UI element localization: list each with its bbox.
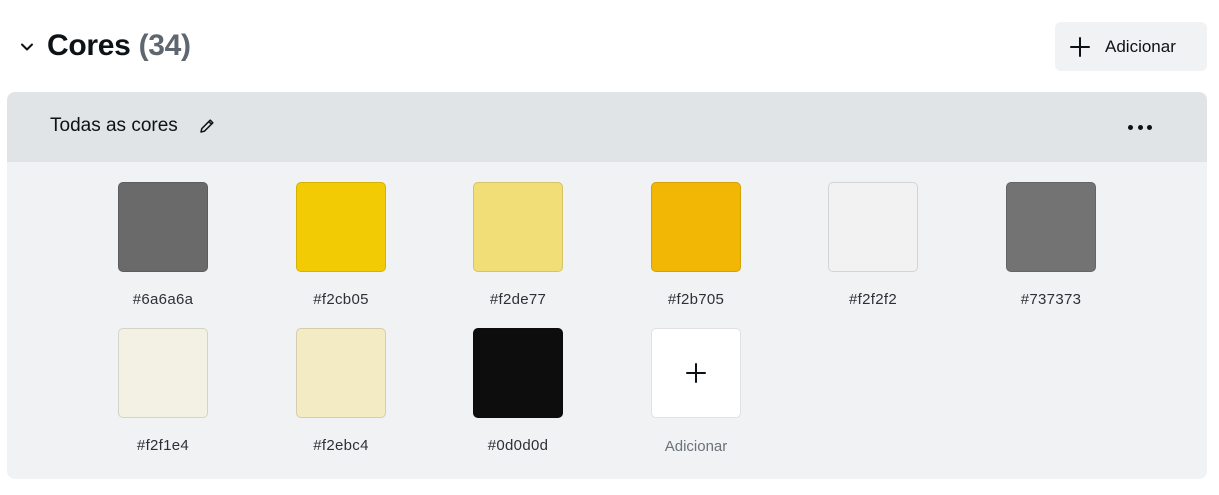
color-swatch[interactable]: [651, 182, 741, 272]
color-hex-label: #6a6a6a: [132, 291, 194, 308]
add-button[interactable]: Adicionar: [1055, 22, 1207, 71]
color-hex-label: #f2cb05: [313, 291, 369, 308]
color-swatch[interactable]: [296, 182, 386, 272]
add-button-label: Adicionar: [1105, 36, 1176, 56]
plus-icon: [1070, 36, 1090, 57]
color-swatch[interactable]: [473, 328, 563, 418]
color-swatch[interactable]: [296, 328, 386, 418]
color-swatch[interactable]: [118, 182, 208, 272]
color-hex-label: #f2de77: [489, 291, 547, 308]
pencil-icon[interactable]: [198, 117, 216, 135]
panel-header: Todas as cores: [7, 92, 1207, 162]
color-swatch[interactable]: [118, 328, 208, 418]
color-swatch[interactable]: [473, 182, 563, 272]
color-swatch[interactable]: [828, 182, 918, 272]
section-title: Cores (34): [47, 29, 191, 63]
color-hex-label: #f2b705: [667, 291, 725, 308]
chevron-down-icon[interactable]: [18, 38, 36, 56]
add-color-label: Adicionar: [664, 438, 728, 455]
more-dot: [1128, 124, 1133, 130]
more-options-button[interactable]: [1125, 117, 1155, 137]
color-panel: Todas as cores #6a6a6a #f2cb05 #f2de77 #…: [7, 92, 1207, 479]
color-hex-label: #0d0d0d: [487, 437, 549, 454]
plus-icon: [686, 363, 706, 383]
color-hex-label: #f2ebc4: [313, 437, 369, 454]
panel-title: Todas as cores: [50, 115, 178, 136]
color-hex-label: #f2f2f2: [849, 291, 897, 308]
section-count: (34): [138, 29, 191, 62]
more-dot: [1137, 124, 1143, 130]
section-title-text: Cores: [47, 29, 131, 62]
add-color-tile[interactable]: [651, 328, 741, 418]
more-dot: [1147, 124, 1152, 130]
color-hex-label: #f2f1e4: [136, 437, 190, 454]
color-swatch[interactable]: [1006, 182, 1096, 272]
color-hex-label: #737373: [1020, 291, 1082, 308]
section-header: Cores (34) Adicionar: [0, 0, 1219, 92]
